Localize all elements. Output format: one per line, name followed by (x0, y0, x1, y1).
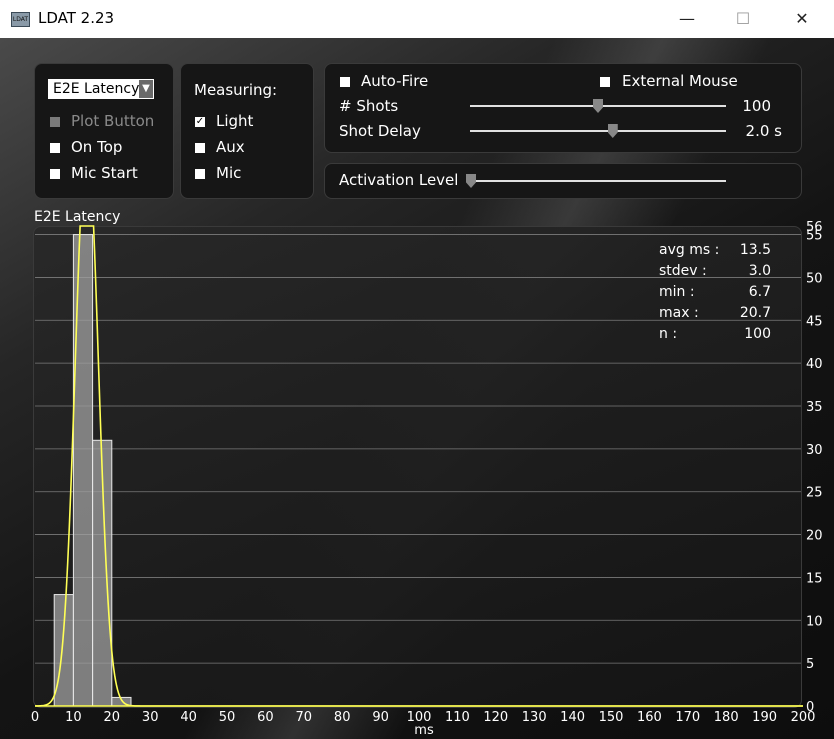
x-tick-label: 130 (522, 710, 547, 725)
histogram-bar (53, 594, 74, 707)
stat-row: min : 6.7 (659, 282, 771, 303)
stat-key: stdev : (659, 263, 707, 279)
x-tick-label: 190 (752, 710, 777, 725)
x-tick-label: 20 (104, 710, 121, 725)
x-tick-label: 50 (219, 710, 236, 725)
stat-value: 13.5 (739, 242, 771, 258)
y-tick-label: 10 (806, 614, 823, 629)
stat-value: 20.7 (739, 305, 771, 321)
stat-key: min : (659, 284, 695, 300)
histogram-bar (72, 234, 94, 707)
stat-value: 6.7 (748, 284, 771, 300)
y-tick-label: 45 (806, 314, 823, 329)
y-tick-label: 25 (806, 486, 823, 501)
stat-key: avg ms : (659, 242, 720, 258)
stat-row: stdev : 3.0 (659, 261, 771, 282)
y-tick-label: 5 (806, 657, 814, 672)
latency-histogram: 0 10 20 30 40 50 60 70 80 90 100 110 120 130 140 150 160… (31, 220, 823, 738)
y-tick-label: 35 (806, 400, 823, 415)
x-tick-label: 150 (599, 710, 624, 725)
x-tick-label: 10 (65, 710, 82, 725)
x-tick-label: 120 (483, 710, 508, 725)
x-tick-label: 30 (142, 710, 159, 725)
x-tick-label: 110 (445, 710, 470, 725)
x-tick-label: 80 (334, 710, 351, 725)
x-tick-label: 140 (560, 710, 585, 725)
x-tick-label: 60 (257, 710, 274, 725)
y-tick-label: 50 (806, 271, 823, 286)
stat-value: 3.0 (748, 263, 771, 279)
x-tick-label: 70 (296, 710, 313, 725)
x-tick-label: 90 (372, 710, 389, 725)
y-tick-label: 40 (806, 357, 823, 372)
stat-key: max : (659, 305, 699, 321)
stat-row: n : 100 (659, 324, 771, 345)
x-tick-label: 40 (180, 710, 197, 725)
y-tick-label: 15 (806, 571, 823, 586)
x-tick-label: 170 (675, 710, 700, 725)
y-tick-label: 30 (806, 443, 823, 458)
y-tick-label: 56 (806, 220, 823, 235)
y-tick-label: 20 (806, 529, 823, 544)
stats-readout: avg ms : 13.5 stdev : 3.0 min : 6.7 max : 20.7 n… (659, 240, 771, 345)
stat-value: 100 (744, 326, 771, 342)
x-axis-label: ms (414, 723, 434, 738)
stat-row: avg ms : 13.5 (659, 240, 771, 261)
x-tick-label: 0 (31, 710, 39, 725)
y-tick-label: 0 (806, 700, 814, 715)
stat-row: max : 20.7 (659, 303, 771, 324)
stat-key: n : (659, 326, 678, 342)
x-tick-label: 180 (714, 710, 739, 725)
x-tick-label: 160 (637, 710, 662, 725)
